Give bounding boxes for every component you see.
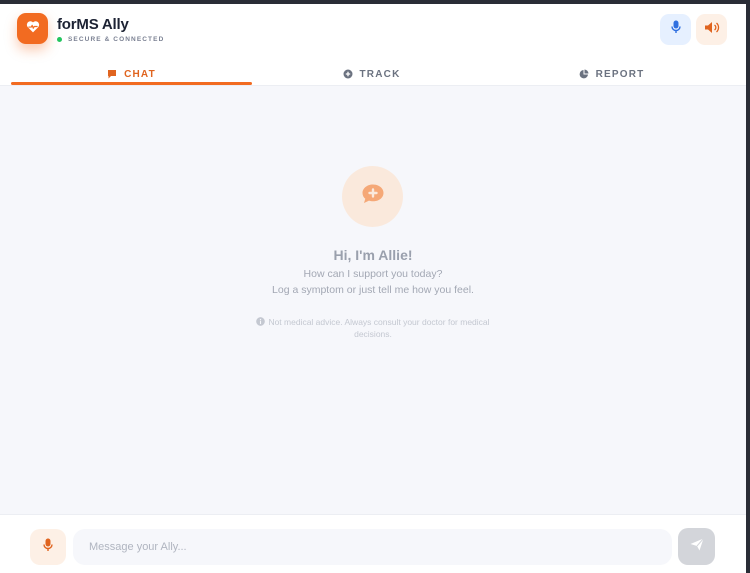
microphone-icon (43, 538, 53, 557)
active-tab-indicator (11, 82, 252, 85)
disclaimer-text: Not medical advice. Always consult your … (268, 317, 490, 339)
page: forMS Ally SECURE & CONNECTED CHAT TRACK… (0, 0, 750, 573)
window-edge (746, 4, 750, 573)
tab-report[interactable]: REPORT (491, 63, 732, 85)
voice-input-button[interactable] (660, 14, 691, 45)
app-logo (17, 13, 48, 44)
message-input[interactable] (73, 529, 672, 565)
tab-track-label: TRACK (359, 68, 401, 80)
heart-pulse-icon (26, 20, 40, 38)
microphone-icon (670, 20, 681, 39)
plus-circle-icon (343, 69, 353, 79)
paper-plane-icon (690, 537, 704, 556)
app-window: forMS Ally SECURE & CONNECTED CHAT TRACK… (0, 4, 746, 573)
tab-report-label: REPORT (595, 68, 645, 80)
speaker-toggle-button[interactable] (696, 14, 727, 45)
assistant-avatar (342, 166, 403, 227)
connection-status: SECURE & CONNECTED (57, 36, 164, 43)
welcome-subtitle: How can I support you today? (303, 268, 443, 280)
composer-mic-button[interactable] (30, 529, 66, 565)
comment-medical-icon (361, 183, 385, 210)
chat-bubble-icon (107, 69, 117, 79)
status-label: SECURE & CONNECTED (68, 36, 165, 43)
app-title: forMS Ally (57, 16, 129, 33)
welcome-hint: Log a symptom or just tell me how you fe… (272, 284, 474, 296)
info-icon (256, 317, 266, 326)
status-dot-icon (57, 37, 62, 42)
message-composer (0, 514, 746, 573)
send-button[interactable] (678, 528, 715, 565)
speaker-icon (704, 21, 720, 39)
app-header: forMS Ally SECURE & CONNECTED CHAT TRACK… (0, 4, 746, 86)
tab-track[interactable]: TRACK (251, 63, 492, 85)
welcome-heading: Hi, I'm Allie! (333, 247, 413, 263)
pie-chart-icon (579, 69, 589, 79)
tab-chat-label: CHAT (124, 68, 156, 80)
medical-disclaimer: Not medical advice. Always consult your … (253, 316, 493, 340)
